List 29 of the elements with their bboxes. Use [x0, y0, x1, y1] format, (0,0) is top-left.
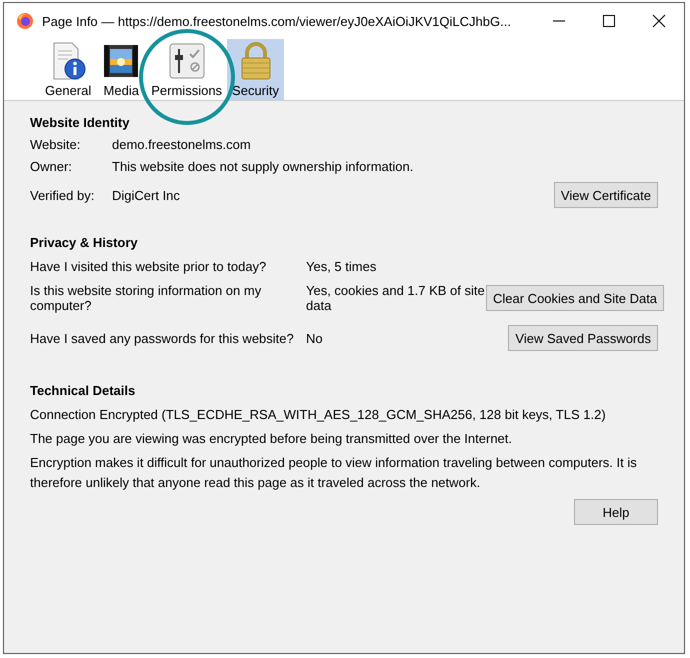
- field-label: Owner:: [30, 158, 73, 174]
- section-heading: Technical Details: [30, 383, 136, 400]
- tab[interactable]: Permissions: [146, 39, 228, 100]
- section-heading: Website Identity: [30, 115, 130, 132]
- field-label: Website:: [30, 136, 82, 152]
- tab[interactable]: General: [40, 39, 96, 100]
- detail-text: Connection Encrypted (TLS_ECDHE_RSA_WITH_AES_128_GCM_SHA256, 128 bit keys, TLS 1.2): [30, 406, 607, 424]
- field-label: Verified by:: [30, 188, 96, 202]
- browser-logo-icon: [16, 12, 34, 30]
- dialog-button[interactable]: View Certificate: [554, 182, 658, 208]
- question-text: Is this website storing information on my computer?: [30, 283, 262, 313]
- tab[interactable]: Security: [227, 39, 284, 100]
- field-value: This website does not supply ownership information.: [112, 158, 414, 174]
- question-text: Have I visited this website prior to today?: [30, 258, 268, 274]
- detail-text: Encryption makes it difficult for unauthorized people to view information traveling between computers. It is therefore unlikely that anyone read this page as it traveled across the network.: [30, 454, 638, 492]
- field-value: demo.freestonelms.com: [112, 136, 252, 152]
- answer-text: Yes, cookies and 1.7 KB of site data: [306, 283, 486, 313]
- dialog-button[interactable]: Clear Cookies and Site Data: [486, 285, 664, 311]
- dialog-button[interactable]: View Saved Passwords: [508, 325, 658, 351]
- window-title: Page Info — https://demo.freestonelms.com/viewer/eyJ0eXAiOiJKV1QiLCJhbG...: [42, 14, 512, 28]
- answer-text: No: [306, 330, 324, 346]
- field-value: DigiCert Inc: [112, 188, 181, 202]
- question-text: Have I saved any passwords for this website?: [30, 330, 295, 346]
- section-heading: Privacy & History: [30, 235, 139, 252]
- detail-text: The page you are viewing was encrypted before being transmitted over the Internet.: [30, 430, 514, 448]
- answer-text: Yes, 5 times: [306, 258, 378, 274]
- dialog-button[interactable]: Help: [574, 499, 658, 525]
- slider-check-icon: [166, 41, 207, 81]
- tab[interactable]: Media: [96, 39, 146, 100]
